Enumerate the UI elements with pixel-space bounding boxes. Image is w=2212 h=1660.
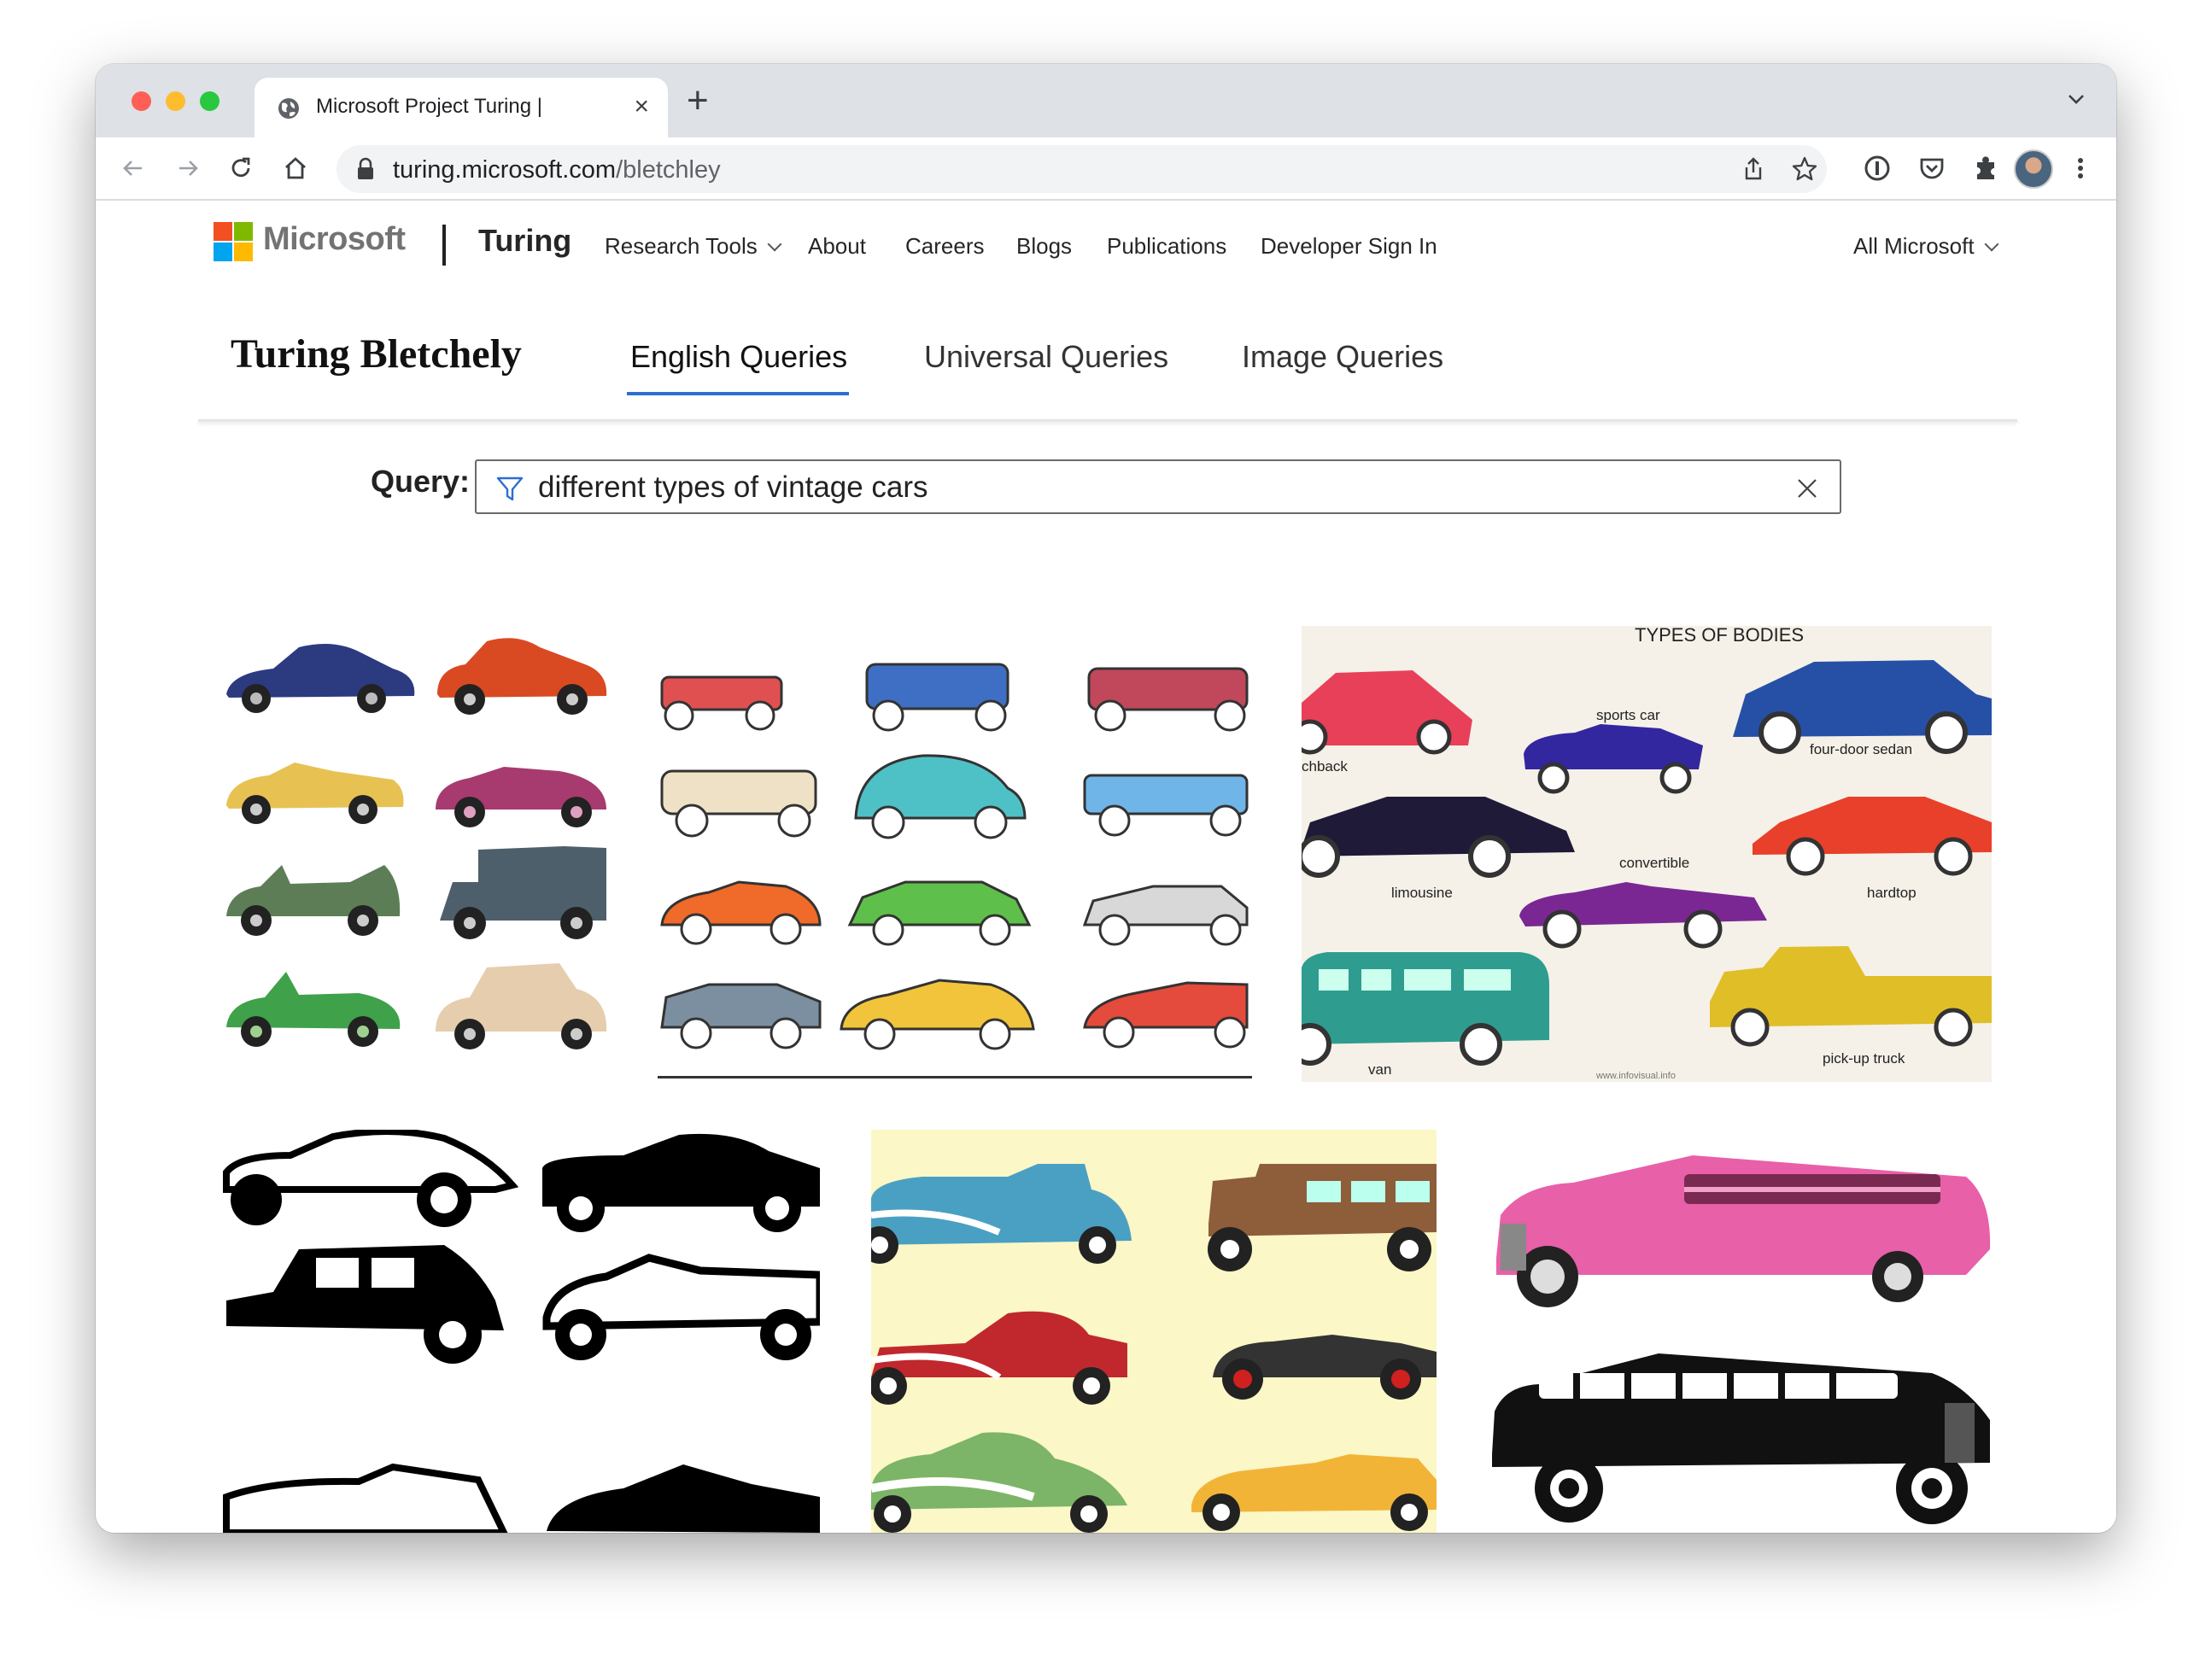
new-tab-button[interactable]: + [687, 79, 709, 122]
nav-careers[interactable]: Careers [905, 233, 984, 260]
result-image-2[interactable] [658, 626, 1252, 1078]
car-row-4 [226, 963, 607, 1049]
chevron-down-icon [1984, 237, 1999, 252]
limousines-image [1492, 1155, 1991, 1524]
nav-publications[interactable]: Publications [1107, 233, 1226, 260]
nav-blogs[interactable]: Blogs [1016, 233, 1072, 260]
result-image-1[interactable] [222, 626, 608, 1078]
turing-brand-link[interactable]: Turing [478, 223, 571, 259]
bookmark-star-icon[interactable] [1791, 155, 1818, 183]
filter-icon [496, 476, 524, 501]
active-tab-indicator [627, 392, 849, 395]
nav-developer-sign-in[interactable]: Developer Sign In [1261, 233, 1437, 260]
result-image-3[interactable]: TYPES OF BODIES chback sports car four-d… [1302, 626, 1992, 1082]
car-silhouettes-image [223, 1130, 820, 1533]
maximize-window-button[interactable] [200, 91, 219, 111]
cartoon-cars-image [226, 638, 607, 1049]
microsoft-wordmark[interactable]: Microsoft [263, 221, 406, 258]
tab-universal-queries[interactable]: Universal Queries [924, 339, 1168, 375]
brand-divider [442, 225, 446, 266]
car-row-2 [226, 763, 606, 827]
result-image-6[interactable] [1488, 1130, 1992, 1533]
url-path: /bletchley [616, 156, 721, 184]
car-body-types-image: TYPES OF BODIES chback sports car four-d… [1302, 626, 1992, 1081]
browser-tab[interactable]: Microsoft Project Turing | × [255, 78, 668, 137]
clear-icon[interactable] [1795, 476, 1819, 500]
nav-all-microsoft[interactable]: All Microsoft [1853, 233, 1999, 260]
section-divider [198, 419, 2017, 422]
profile-avatar[interactable] [2014, 149, 2053, 189]
image-label-hardtop: hardtop [1867, 885, 1916, 901]
image-label-limousine: limousine [1391, 885, 1453, 901]
image-heading: TYPES OF BODIES [1635, 626, 1804, 646]
password-manager-icon[interactable] [1860, 151, 1894, 185]
nav-all-microsoft-label: All Microsoft [1853, 233, 1975, 259]
image-label-van: van [1368, 1061, 1391, 1078]
query-label: Query: [371, 464, 471, 499]
flat-car-icons-image [658, 663, 1252, 1078]
car-row-3 [226, 846, 606, 939]
nav-research-tools[interactable]: Research Tools [605, 233, 782, 260]
result-image-5[interactable] [871, 1130, 1437, 1533]
tab-title: Microsoft Project Turing | [316, 95, 542, 118]
colorful-vintage-cars-image [871, 1164, 1437, 1533]
close-window-button[interactable] [132, 91, 151, 111]
microsoft-logo-icon[interactable] [214, 222, 253, 261]
title-bar: Microsoft Project Turing | × + [96, 64, 2116, 137]
forward-icon[interactable] [171, 151, 205, 185]
result-image-4[interactable] [222, 1130, 820, 1533]
home-icon[interactable] [278, 151, 313, 185]
image-label-source: www.infovisual.info [1595, 1071, 1676, 1081]
car-row-1 [226, 638, 607, 715]
query-text: different types of vintage cars [538, 471, 928, 504]
more-menu-icon[interactable] [2063, 151, 2098, 185]
image-label-sedan: four-door sedan [1810, 741, 1912, 757]
image-label-hatchback: chback [1302, 758, 1348, 774]
address-bar[interactable]: turing.microsoft.com/bletchley [336, 145, 1827, 193]
query-input[interactable]: different types of vintage cars [475, 459, 1841, 514]
page-content: Microsoft Turing Research Tools About Ca… [96, 201, 2116, 1533]
close-tab-icon[interactable]: × [634, 90, 649, 124]
chevron-down-icon[interactable] [2065, 88, 2087, 110]
browser-toolbar: turing.microsoft.com/bletchley [96, 137, 2116, 201]
chevron-down-icon [767, 237, 782, 252]
page-title: Turing Bletchely [231, 331, 522, 377]
image-label-convertible: convertible [1619, 855, 1689, 871]
reload-icon[interactable] [224, 151, 258, 185]
url-text: turing.microsoft.com/bletchley [393, 156, 721, 184]
tab-image-queries[interactable]: Image Queries [1242, 339, 1443, 375]
nav-research-tools-label: Research Tools [605, 233, 758, 259]
back-icon[interactable] [116, 151, 150, 185]
browser-window: Microsoft Project Turing | × + turing.mi… [96, 64, 2116, 1533]
image-label-sports-car: sports car [1596, 707, 1660, 723]
lock-icon [358, 157, 373, 179]
pocket-icon[interactable] [1915, 151, 1949, 185]
image-label-pickup: pick-up truck [1823, 1050, 1905, 1067]
url-host: turing.microsoft.com [393, 156, 617, 184]
globe-icon [278, 98, 299, 119]
minimize-window-button[interactable] [166, 91, 185, 111]
share-icon[interactable] [1740, 155, 1767, 183]
nav-about[interactable]: About [808, 233, 866, 260]
tab-english-queries[interactable]: English Queries [630, 339, 847, 375]
extensions-puzzle-icon[interactable] [1969, 151, 2004, 185]
